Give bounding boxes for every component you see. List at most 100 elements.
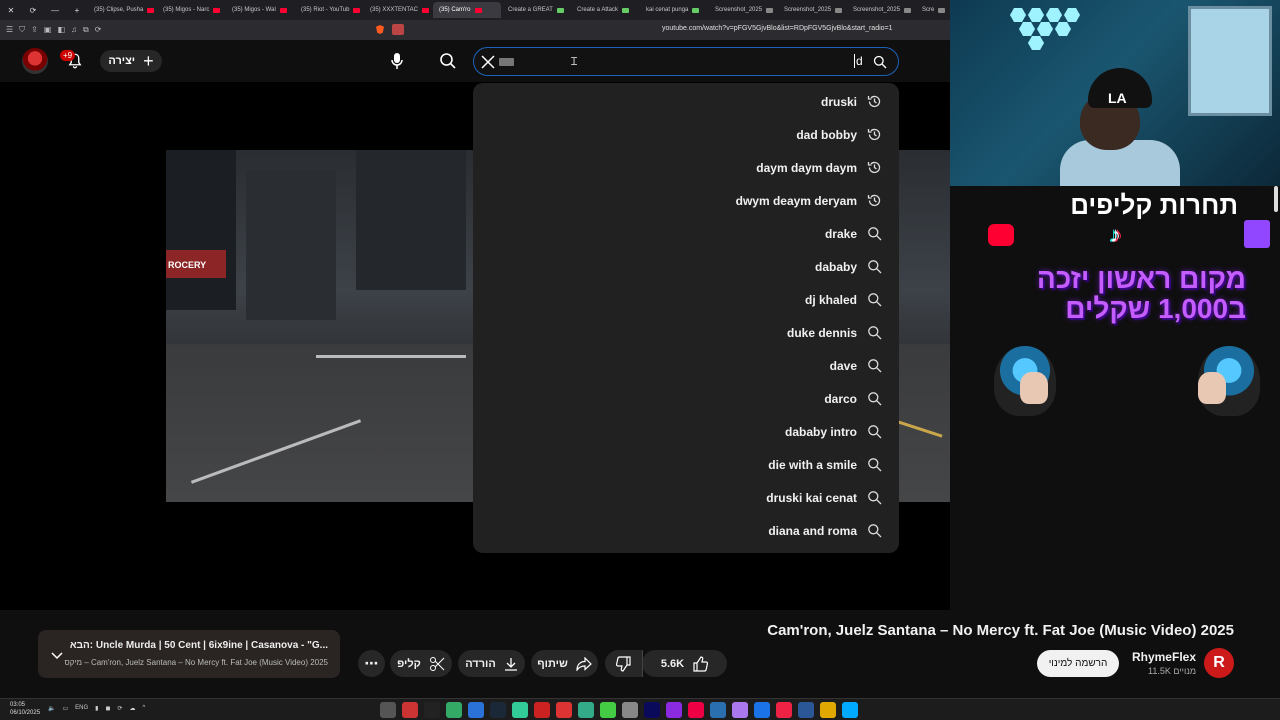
url-text[interactable]: youtube.com/watch?v=pFGV5GjvBlo&list=RDp… bbox=[662, 25, 893, 32]
sidebar-icon[interactable]: ◧ bbox=[57, 25, 65, 35]
likes-count[interactable]: 5.6K bbox=[661, 658, 684, 670]
search-button[interactable] bbox=[428, 48, 468, 74]
edge-icon[interactable] bbox=[468, 702, 484, 718]
suggestion-item[interactable]: dj khaled bbox=[473, 283, 899, 316]
suggestion-item[interactable]: dad bobby bbox=[473, 118, 899, 151]
search-query[interactable]: d bbox=[854, 54, 863, 68]
premiere-icon[interactable] bbox=[644, 702, 660, 718]
app-icon[interactable] bbox=[446, 702, 462, 718]
reload-icon[interactable]: ⟳ bbox=[22, 6, 44, 15]
menu-icon[interactable]: ☰ bbox=[6, 25, 13, 35]
scrollbar-thumb[interactable] bbox=[1274, 186, 1278, 212]
obs-icon[interactable] bbox=[380, 702, 396, 718]
suggestion-item[interactable]: druski bbox=[473, 85, 899, 118]
chrome-icon bbox=[835, 7, 843, 13]
channel-name[interactable]: RhymeFlex bbox=[1132, 650, 1196, 664]
user-avatar[interactable] bbox=[22, 48, 48, 74]
like-icon[interactable] bbox=[692, 655, 709, 672]
suggestion-item[interactable]: darco bbox=[473, 382, 899, 415]
suggestion-item[interactable]: daym daym daym bbox=[473, 151, 899, 184]
search-inline-icon[interactable] bbox=[873, 55, 887, 69]
window-icon[interactable]: ▣ bbox=[44, 25, 52, 35]
clip-button[interactable]: קליפ bbox=[390, 650, 452, 677]
suggestion-item[interactable]: die with a smile bbox=[473, 448, 899, 481]
share-button[interactable]: שיתוף bbox=[531, 650, 598, 677]
download-button[interactable]: הורדה bbox=[458, 650, 525, 677]
browser-tab[interactable]: (35) Migos - Narc bbox=[157, 2, 225, 18]
more-actions-button[interactable]: ⋯ bbox=[358, 650, 385, 677]
browser-tab[interactable]: Create a Attack bbox=[571, 2, 639, 18]
browser-tab[interactable]: (35) Riot - YouTub bbox=[295, 2, 363, 18]
suggestion-item[interactable]: dwym deaym deryam bbox=[473, 184, 899, 217]
shield-icon[interactable]: ⛉ bbox=[19, 25, 25, 35]
app-icon[interactable] bbox=[402, 702, 418, 718]
minimize-icon[interactable]: — bbox=[44, 6, 66, 15]
mic-tray-icon[interactable]: ▮ bbox=[95, 705, 98, 712]
dislike-button[interactable] bbox=[605, 650, 643, 677]
up-next-card[interactable]: הבא: Uncle Murda | 50 Cent | 6ix9ine | C… bbox=[38, 630, 340, 678]
edge-browser-icon[interactable] bbox=[798, 702, 814, 718]
browser-tab[interactable]: Screenshot_2025 bbox=[778, 2, 846, 18]
suggestion-item[interactable]: dababy intro bbox=[473, 415, 899, 448]
new-tab-icon[interactable]: + bbox=[66, 6, 88, 15]
language-indicator[interactable]: ENG bbox=[75, 705, 88, 712]
music-icon[interactable] bbox=[688, 702, 704, 718]
music-icon[interactable]: ♫ bbox=[71, 25, 77, 35]
app-icon[interactable] bbox=[556, 702, 572, 718]
app-icon[interactable] bbox=[600, 702, 616, 718]
youtube-header: +9 יצירה + Ɪ d bbox=[0, 40, 950, 82]
chrome-icon[interactable] bbox=[754, 702, 770, 718]
suggestion-item[interactable]: diana and roma bbox=[473, 514, 899, 547]
app-icon[interactable] bbox=[666, 702, 682, 718]
channel-avatar[interactable]: R bbox=[1204, 648, 1234, 678]
voice-search-button[interactable] bbox=[384, 48, 410, 74]
create-button[interactable]: יצירה + bbox=[100, 50, 162, 72]
building bbox=[356, 150, 466, 290]
clear-search-icon[interactable] bbox=[478, 52, 498, 72]
browser-tab[interactable]: (35) Migos - Wal bbox=[226, 2, 294, 18]
suggestion-item[interactable]: duke dennis bbox=[473, 316, 899, 349]
network-icon[interactable]: ▭ bbox=[62, 705, 68, 712]
youtube-icon bbox=[147, 7, 155, 13]
app-icon[interactable] bbox=[710, 702, 726, 718]
app-icon[interactable] bbox=[578, 702, 594, 718]
steam-icon[interactable] bbox=[490, 702, 506, 718]
show-hidden-icons[interactable]: ^ bbox=[143, 705, 146, 712]
clock[interactable]: 03:05 06/10/2025 bbox=[10, 701, 40, 717]
keyboard-icon[interactable] bbox=[499, 58, 514, 66]
sync-icon[interactable]: ⟳ bbox=[117, 705, 122, 712]
suggestion-item[interactable]: druski kai cenat bbox=[473, 481, 899, 514]
share-icon[interactable]: ⇪ bbox=[31, 25, 38, 35]
browser-tab[interactable]: Create a GREAT bbox=[502, 2, 570, 18]
tab-label: (35) Migos - Narc bbox=[163, 7, 210, 13]
windows-icon[interactable] bbox=[842, 702, 858, 718]
reload-page-icon[interactable]: ⟳ bbox=[95, 25, 102, 35]
capcut-icon[interactable] bbox=[424, 702, 440, 718]
browser-tab[interactable]: (35) Cam'ro bbox=[433, 2, 501, 18]
app-icon[interactable] bbox=[534, 702, 550, 718]
subscribe-button[interactable]: הרשמה למינוי bbox=[1037, 650, 1119, 677]
search-input[interactable]: Ɪ d bbox=[473, 47, 899, 76]
close-window-icon[interactable]: ✕ bbox=[0, 6, 22, 15]
browser-tab[interactable]: Screenshot_2025 bbox=[847, 2, 915, 18]
browser-tab[interactable]: Screenshot_2025 bbox=[709, 2, 777, 18]
app-tray-icon[interactable]: ◼ bbox=[105, 705, 110, 712]
browser-tab[interactable]: kai cenat punga bbox=[640, 2, 708, 18]
cloud-icon[interactable]: ☁ bbox=[130, 705, 136, 712]
browser-tab[interactable]: (35) XXXTENTAC bbox=[364, 2, 432, 18]
search-icon bbox=[868, 392, 882, 406]
brave-shield-icon[interactable] bbox=[376, 25, 384, 34]
volume-icon[interactable]: 🔈 bbox=[48, 705, 55, 712]
tabs-icon[interactable]: ⧉ bbox=[83, 25, 89, 35]
app-icon[interactable] bbox=[512, 702, 528, 718]
suggestion-item[interactable]: drake bbox=[473, 217, 899, 250]
app-icon[interactable] bbox=[622, 702, 638, 718]
chevron-down-icon[interactable] bbox=[50, 648, 64, 662]
brave-icon[interactable] bbox=[776, 702, 792, 718]
suggestion-item[interactable]: dababy bbox=[473, 250, 899, 283]
browser-tab[interactable]: (35) Clipse, Pusha bbox=[88, 2, 156, 18]
folder-icon[interactable] bbox=[820, 702, 836, 718]
discord-icon[interactable] bbox=[732, 702, 748, 718]
extension-icon[interactable] bbox=[392, 24, 404, 35]
suggestion-item[interactable]: dave bbox=[473, 349, 899, 382]
